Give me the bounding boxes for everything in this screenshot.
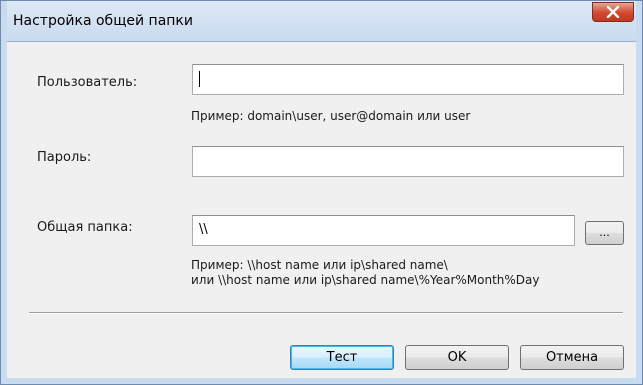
shared-folder-input[interactable]: \\	[192, 215, 575, 246]
ok-button[interactable]: OK	[405, 345, 509, 370]
user-hint: Пример: domain\user, user@domain или use…	[191, 109, 471, 123]
separator	[29, 312, 623, 314]
user-label: Пользователь:	[37, 75, 138, 90]
close-icon	[593, 3, 633, 21]
window-title: Настройка общей папки	[13, 13, 193, 29]
close-button[interactable]	[592, 2, 634, 22]
shared-folder-label: Общая папка:	[37, 220, 133, 235]
cancel-button[interactable]: Отмена	[520, 345, 624, 370]
shared-folder-input-value: \\	[199, 222, 208, 237]
browse-button-label: ...	[599, 225, 610, 239]
test-button[interactable]: Тест	[290, 345, 394, 370]
text-caret	[199, 71, 200, 87]
password-input[interactable]	[192, 146, 624, 177]
shared-folder-hint-line1: Пример: \\host name или ip\shared name\	[191, 258, 448, 272]
shared-folder-hint-line2: или \\host name или ip\shared name\%Year…	[191, 273, 540, 287]
cancel-button-label: Отмена	[545, 350, 599, 365]
dialog-body: Пользователь: Пример: domain\user, user@…	[7, 41, 636, 380]
browse-button[interactable]: ...	[585, 221, 624, 245]
dialog-window: Настройка общей папки Пользователь: Прим…	[0, 0, 643, 385]
user-input[interactable]	[192, 64, 624, 95]
ok-button-label: OK	[447, 350, 467, 365]
test-button-label: Тест	[326, 350, 358, 365]
title-bar[interactable]: Настройка общей папки	[1, 1, 642, 41]
password-label: Пароль:	[37, 150, 92, 165]
